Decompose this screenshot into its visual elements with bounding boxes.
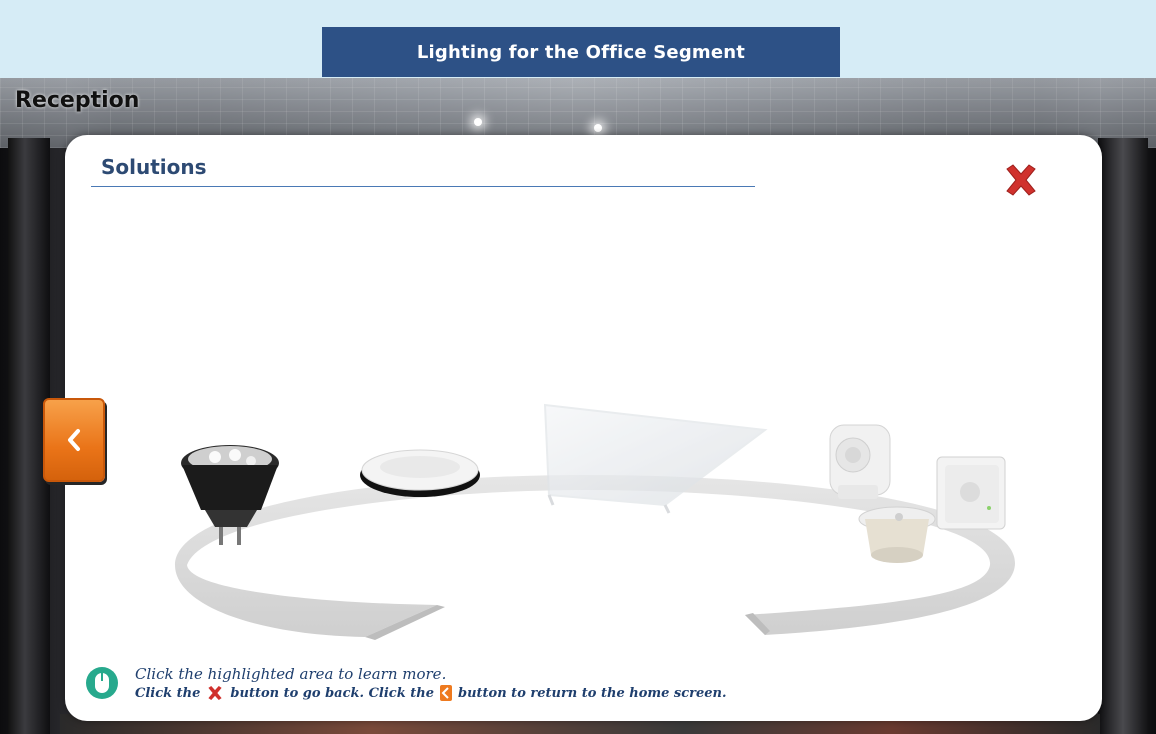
solutions-panel: Solutions Click the highlighted area to … xyxy=(43,135,1102,721)
instruction-line-2: Click the button to go back. Click the b… xyxy=(135,685,727,701)
mouse-icon xyxy=(86,667,118,699)
panel-luminaire[interactable] xyxy=(543,403,768,514)
section-title: Reception xyxy=(15,88,140,113)
chevron-left-icon xyxy=(68,429,80,451)
ceiling-light xyxy=(594,124,602,132)
instruction-text: button to return to the home screen. xyxy=(457,685,727,701)
page-title: Lighting for the Office Segment xyxy=(322,27,840,77)
instructions: Click the highlighted area to learn more… xyxy=(85,665,845,705)
instruction-line-1: Click the highlighted area to learn more… xyxy=(135,665,447,683)
instruction-text: Click the xyxy=(135,685,201,701)
wall-sensor-box[interactable] xyxy=(936,456,1006,530)
back-home-button[interactable] xyxy=(43,398,105,482)
header-band: Lighting for the Office Segment xyxy=(0,0,1156,79)
ceiling-light xyxy=(474,118,482,126)
chevron-left-icon xyxy=(439,685,452,701)
motion-sensor[interactable] xyxy=(829,424,891,499)
downlight[interactable] xyxy=(360,449,480,497)
instruction-text: button to go back. Click the xyxy=(230,685,434,701)
close-x-icon xyxy=(208,685,222,701)
product-arena xyxy=(175,403,1015,640)
pillar-right xyxy=(1098,138,1148,734)
ceiling-sensor[interactable] xyxy=(858,506,936,563)
